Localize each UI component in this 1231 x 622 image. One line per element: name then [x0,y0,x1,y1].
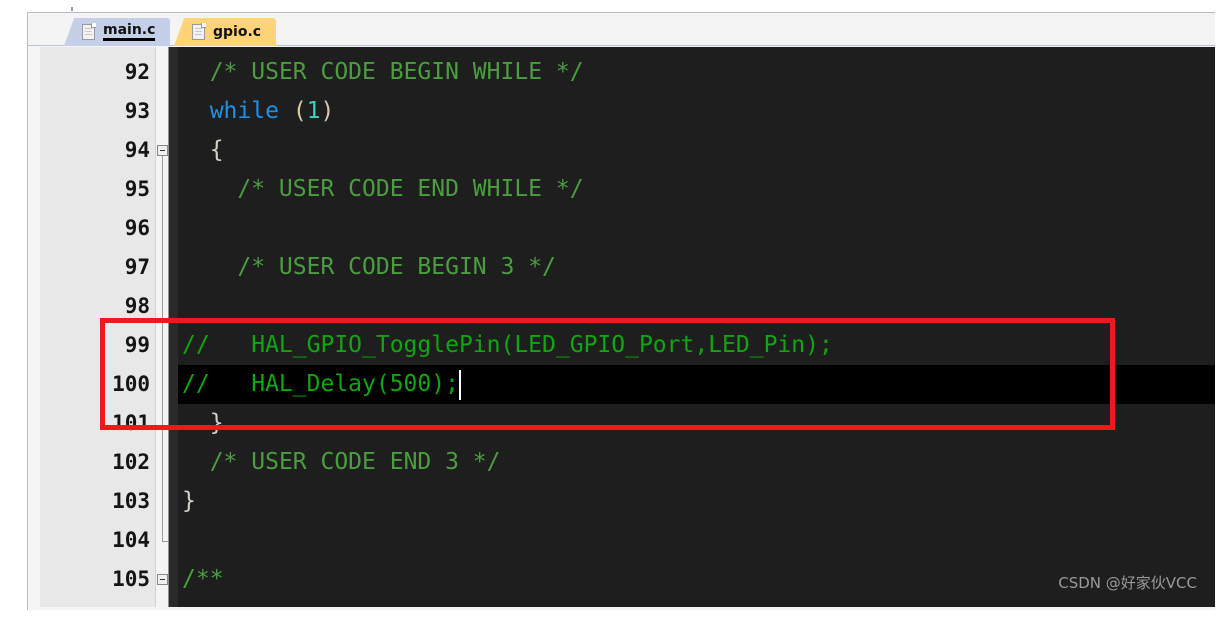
code-line-text: } [182,488,196,514]
gutter-row: 92 [40,53,168,92]
code-line[interactable]: } [178,404,1215,443]
gutter-row: 100 [40,365,168,404]
code-line-text: /* USER CODE END WHILE */ [237,176,584,202]
code-line-text: /* USER CODE BEGIN 3 */ [237,254,556,280]
line-number: 96 [124,216,150,240]
line-number: 100 [112,372,150,396]
gutter-row: 104 [40,521,168,560]
gutter-row: 97 [40,248,168,287]
code-line-text: while (1) [209,98,335,124]
line-number: 97 [124,255,150,279]
code-line[interactable]: /* USER CODE BEGIN WHILE */ [178,53,1215,92]
tab-label: main.c [103,23,156,41]
code-line[interactable]: // HAL_Delay(500); [178,365,1215,404]
gutter-row: 93 [40,92,168,131]
line-number: 104 [112,528,150,552]
code-line-text: /** [182,566,224,592]
tab-label: gpio.c [213,24,262,40]
code-line-text [178,521,182,560]
code-line-text: { [209,137,224,163]
code-line[interactable]: while (1) [178,92,1215,131]
line-number: 95 [124,177,150,201]
gutter-row: 95 [40,170,168,209]
fold-collapse-icon[interactable] [157,574,168,585]
gutter-row: 94 [40,131,168,170]
gutter-row: 99 [40,326,168,365]
code-line[interactable]: /* USER CODE END WHILE */ [178,170,1215,209]
watermark-text: CSDN @好家伙VCC [1058,574,1197,592]
fold-margin [168,47,178,607]
line-number: 102 [112,450,150,474]
code-line-text: /* USER CODE END 3 */ [209,449,501,475]
gutter-row: 102 [40,443,168,482]
tab-main-c[interactable]: main.c [64,18,170,46]
code-line-text: } [209,410,224,436]
frame-tick-mark [71,7,73,11]
tab-gpio-c[interactable]: gpio.c [174,18,276,46]
fold-collapse-icon[interactable] [157,145,168,156]
code-line[interactable]: /* USER CODE END 3 */ [178,443,1215,482]
line-number: 103 [112,489,150,513]
line-number: 92 [124,60,150,84]
text-caret [459,370,461,400]
line-number: 101 [112,411,150,435]
code-editor[interactable]: 92 93 94 95 96 97 98 99 100 101 102 103 104 105 /* US… [40,47,1215,607]
line-number: 93 [124,99,150,123]
gutter-row: 103 [40,482,168,521]
editor-tab-bar: main.c gpio.c [28,13,1215,46]
gutter-row: 96 [40,209,168,248]
code-line[interactable]: { [178,131,1215,170]
line-number: 99 [124,333,150,357]
gutter-row: 105 [40,560,168,599]
line-number: 94 [124,138,150,162]
code-line[interactable]: } [178,482,1215,521]
code-line-text: // HAL_Delay(500); [182,371,459,397]
code-line-text: // HAL_GPIO_TogglePin(LED_GPIO_Port,LED_… [182,332,833,358]
file-icon [82,23,96,40]
code-line-text [178,287,182,326]
line-number: 105 [112,567,150,591]
gutter-row: 98 [40,287,168,326]
code-line[interactable] [178,209,1215,248]
code-line[interactable]: /* USER CODE BEGIN 3 */ [178,248,1215,287]
code-line[interactable]: // HAL_GPIO_TogglePin(LED_GPIO_Port,LED_… [178,326,1215,365]
code-line-text: /* USER CODE BEGIN WHILE */ [209,59,584,85]
code-line[interactable] [178,521,1215,560]
code-line[interactable] [178,287,1215,326]
line-number: 98 [124,294,150,318]
fold-guide-line [162,156,163,541]
code-text-area[interactable]: /* USER CODE BEGIN WHILE */ while (1) { … [178,47,1215,607]
code-line-text [178,209,182,248]
line-number-gutter: 92 93 94 95 96 97 98 99 100 101 102 103 104 105 [40,47,168,607]
gutter-row: 101 [40,404,168,443]
file-icon [192,23,206,40]
